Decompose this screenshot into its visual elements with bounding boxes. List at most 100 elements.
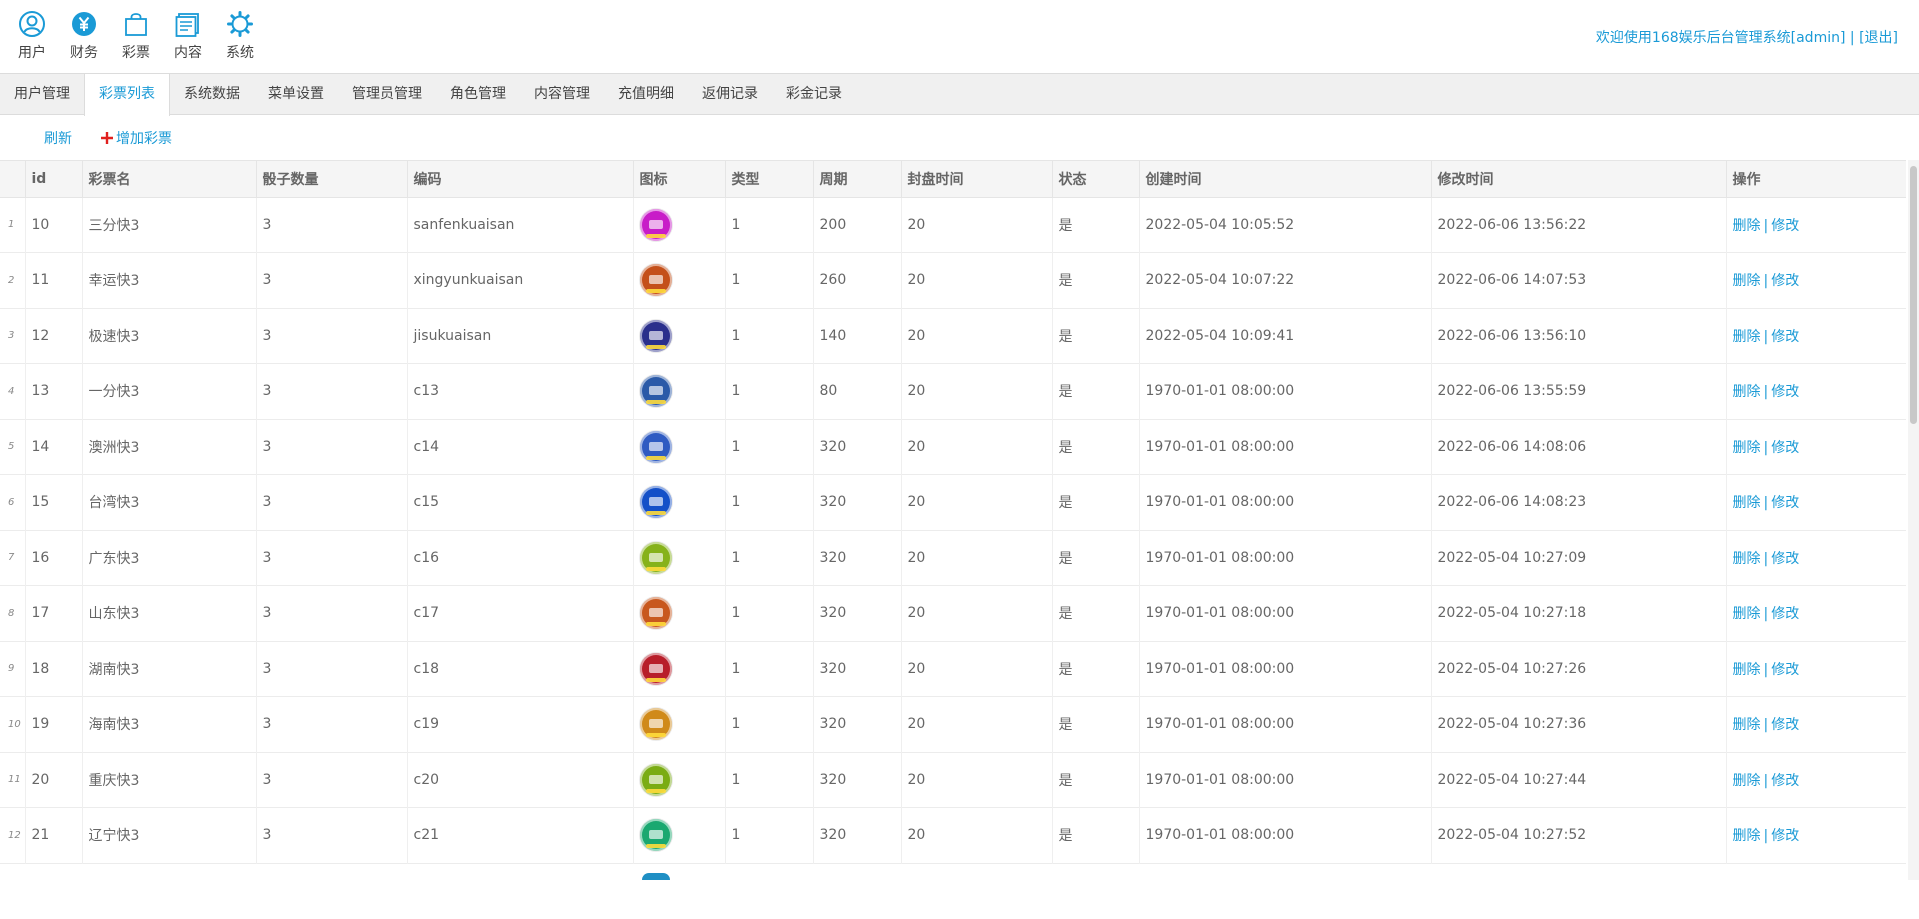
top-nav-system[interactable]: 系统: [214, 10, 266, 61]
cell-id: 13: [25, 363, 83, 419]
table-row[interactable]: 11 20 重庆快3 3 c20 1 320 20 是 1970-01-01 08:00:00 20…: [0, 752, 1906, 808]
top-nav-lottery[interactable]: 彩票: [110, 10, 162, 61]
delete-button[interactable]: 删除: [1733, 495, 1761, 511]
cell-code: c20: [407, 752, 634, 808]
cell-actions: 删除 | 修改: [1726, 197, 1906, 253]
top-nav-content[interactable]: 内容: [162, 10, 214, 61]
header-id[interactable]: id: [25, 161, 83, 198]
cell-icon: [633, 252, 726, 308]
header-created[interactable]: 创建时间: [1139, 161, 1432, 198]
tab-role-management[interactable]: 角色管理: [436, 74, 520, 115]
top-nav-label: 系统: [226, 45, 254, 61]
header-type[interactable]: 类型: [725, 161, 814, 198]
tab-system-data[interactable]: 系统数据: [170, 74, 254, 115]
table-row[interactable]: 7 16 广东快3 3 c16 1 320 20 是 1970-01-01 08:00:00 202…: [0, 530, 1906, 586]
lottery-icon: [639, 763, 672, 796]
cell-rownum: 7: [0, 530, 26, 586]
cell-id: 11: [25, 252, 83, 308]
cell-actions: 删除 | 修改: [1726, 530, 1906, 586]
header-name[interactable]: 彩票名: [82, 161, 257, 198]
top-nav-user[interactable]: 用户: [6, 10, 58, 61]
cell-modified: 2022-05-04 10:27:26: [1431, 641, 1727, 697]
cell-created: 1970-01-01 08:00:00: [1139, 641, 1432, 697]
cell-code: c15: [407, 474, 634, 530]
delete-button[interactable]: 删除: [1733, 828, 1761, 844]
table-row[interactable]: 5 14 澳洲快3 3 c14 1 320 20 是 1970-01-01 08:00:00 202…: [0, 419, 1906, 475]
vertical-scrollbar[interactable]: [1908, 160, 1919, 880]
refresh-button[interactable]: 刷新: [44, 128, 72, 148]
edit-button[interactable]: 修改: [1771, 606, 1799, 622]
lottery-icon: [639, 541, 672, 574]
cell-dice: 3: [256, 807, 408, 863]
cell-icon: [633, 807, 726, 863]
delete-button[interactable]: 删除: [1733, 329, 1761, 345]
table-row[interactable]: 3 12 极速快3 3 jisukuaisan 1 140 20 是 2022-05-04 10:…: [0, 308, 1906, 364]
delete-button[interactable]: 删除: [1733, 662, 1761, 678]
top-nav-label: 内容: [174, 45, 202, 61]
cell-type: 1: [725, 252, 814, 308]
action-separator: |: [1763, 495, 1769, 512]
edit-button[interactable]: 修改: [1771, 218, 1799, 234]
edit-button[interactable]: 修改: [1771, 662, 1799, 678]
table-row[interactable]: 4 13 一分快3 3 c13 1 80 20 是 1970-01-01 08:00:00 2022…: [0, 363, 1906, 419]
edit-button[interactable]: 修改: [1771, 495, 1799, 511]
edit-button[interactable]: 修改: [1771, 440, 1799, 456]
tab-admin-management[interactable]: 管理员管理: [338, 74, 436, 115]
cell-close-time: 20: [901, 252, 1053, 308]
header-dice[interactable]: 骰子数量: [256, 161, 408, 198]
header-status[interactable]: 状态: [1052, 161, 1140, 198]
delete-button[interactable]: 删除: [1733, 773, 1761, 789]
edit-button[interactable]: 修改: [1771, 717, 1799, 733]
delete-button[interactable]: 删除: [1733, 384, 1761, 400]
top-nav-finance[interactable]: 财务: [58, 10, 110, 61]
add-lottery-button[interactable]: 增加彩票: [100, 128, 172, 148]
tab-recharge-details[interactable]: 充值明细: [604, 74, 688, 115]
edit-button[interactable]: 修改: [1771, 828, 1799, 844]
cell-status: 是: [1052, 308, 1140, 364]
edit-button[interactable]: 修改: [1771, 551, 1799, 567]
table-row[interactable]: 10 19 海南快3 3 c19 1 320 20 是 1970-01-01 08:00:00 20…: [0, 696, 1906, 752]
delete-button[interactable]: 删除: [1733, 218, 1761, 234]
cell-created: 1970-01-01 08:00:00: [1139, 696, 1432, 752]
tab-rebate-records[interactable]: 返佣记录: [688, 74, 772, 115]
table-row[interactable]: 9 18 湖南快3 3 c18 1 320 20 是 1970-01-01 08:00:00 202…: [0, 641, 1906, 697]
edit-button[interactable]: 修改: [1771, 773, 1799, 789]
header-period[interactable]: 周期: [813, 161, 902, 198]
table-row[interactable]: 1 10 三分快3 3 sanfenkuaisan 1 200 20 是 2022-05-04 1…: [0, 197, 1906, 253]
cell-close-time: 20: [901, 752, 1053, 808]
delete-button[interactable]: 删除: [1733, 606, 1761, 622]
cell-status: 是: [1052, 419, 1140, 475]
user-icon: [19, 11, 45, 37]
cell-name: 极速快3: [82, 308, 257, 364]
cell-close-time: 20: [901, 696, 1053, 752]
edit-button[interactable]: 修改: [1771, 273, 1799, 289]
tab-user-management[interactable]: 用户管理: [0, 74, 84, 115]
cell-code: c19: [407, 696, 634, 752]
header-icon[interactable]: 图标: [633, 161, 726, 198]
tab-menu-settings[interactable]: 菜单设置: [254, 74, 338, 115]
table-row[interactable]: 2 11 幸运快3 3 xingyunkuaisan 1 260 20 是 2022-05-04 …: [0, 252, 1906, 308]
action-separator: |: [1763, 550, 1769, 567]
edit-button[interactable]: 修改: [1771, 329, 1799, 345]
table-row[interactable]: 8 17 山东快3 3 c17 1 320 20 是 1970-01-01 08:00:00 202…: [0, 585, 1906, 641]
delete-button[interactable]: 删除: [1733, 551, 1761, 567]
tab-content-management[interactable]: 内容管理: [520, 74, 604, 115]
delete-button[interactable]: 删除: [1733, 717, 1761, 733]
cell-code: c16: [407, 530, 634, 586]
header-close-time[interactable]: 封盘时间: [901, 161, 1053, 198]
logout-link[interactable]: [退出]: [1859, 30, 1898, 46]
scrollbar-thumb[interactable]: [1910, 166, 1917, 424]
delete-button[interactable]: 删除: [1733, 440, 1761, 456]
edit-button[interactable]: 修改: [1771, 384, 1799, 400]
cell-type: 1: [725, 308, 814, 364]
table-row[interactable]: 6 15 台湾快3 3 c15 1 320 20 是 1970-01-01 08:00:00 202…: [0, 474, 1906, 530]
delete-button[interactable]: 删除: [1733, 273, 1761, 289]
header-modified[interactable]: 修改时间: [1431, 161, 1727, 198]
cell-rownum: 4: [0, 363, 26, 419]
table-row[interactable]: 12 21 辽宁快3 3 c21 1 320 20 是 1970-01-01 08:00:00 20…: [0, 807, 1906, 863]
action-separator: |: [1763, 439, 1769, 456]
header-code[interactable]: 编码: [407, 161, 634, 198]
tab-lottery-list[interactable]: 彩票列表: [84, 74, 170, 116]
tab-bonus-records[interactable]: 彩金记录: [772, 74, 856, 115]
cell-rownum: 1: [0, 197, 26, 253]
